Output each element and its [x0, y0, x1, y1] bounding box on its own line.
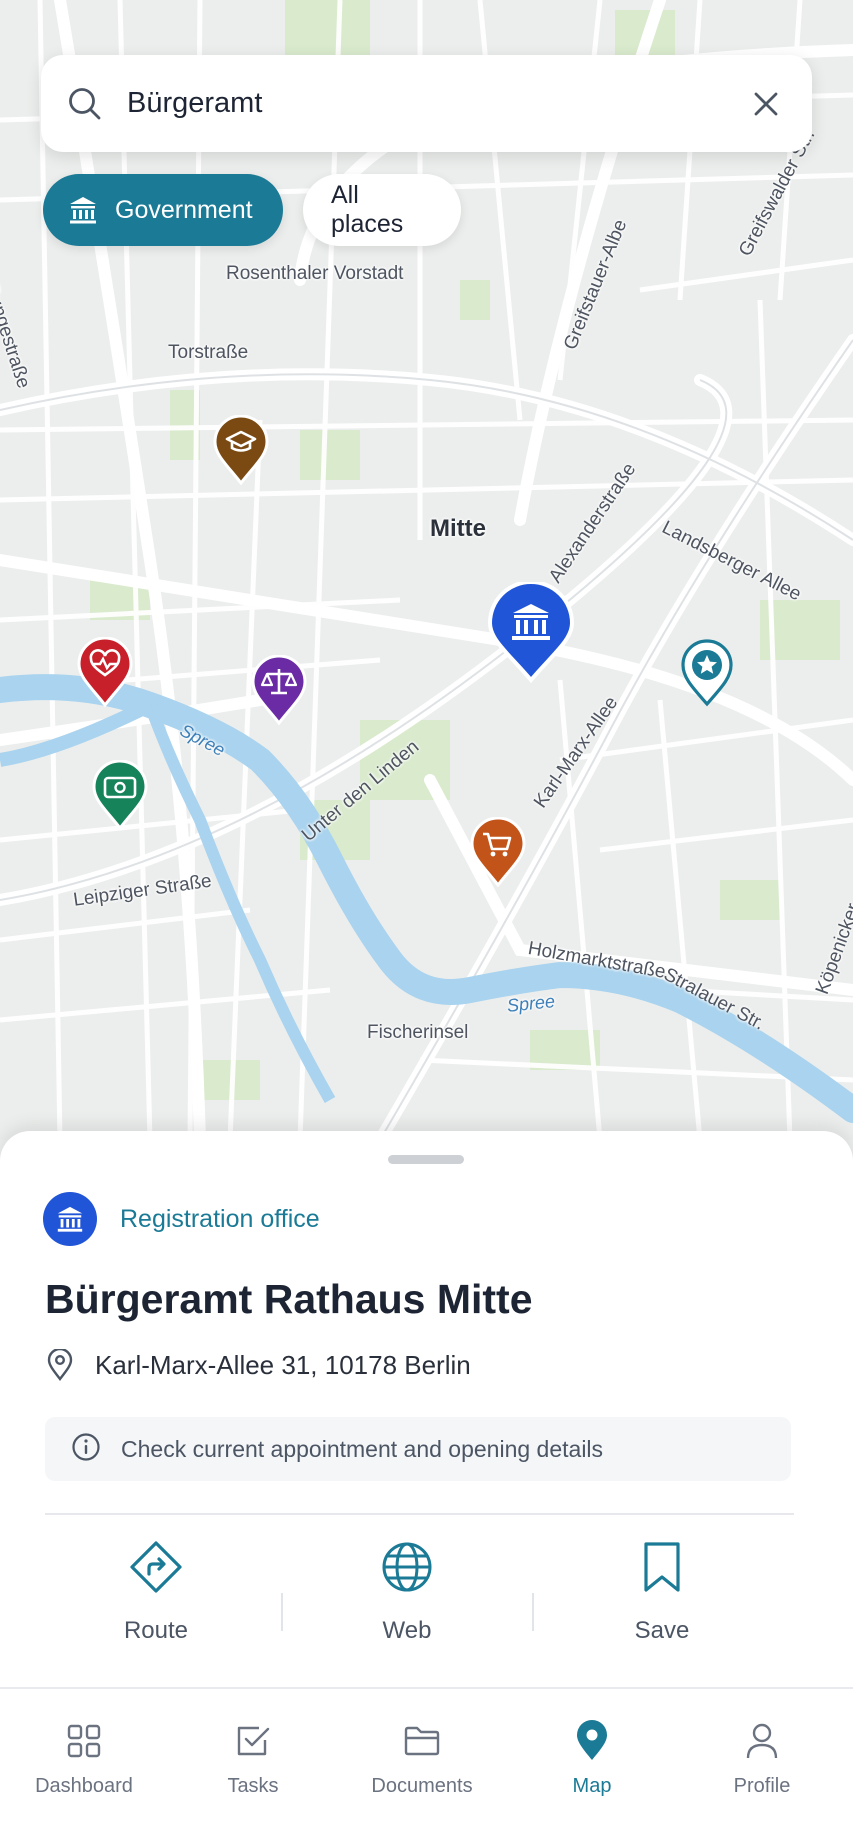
map-pin-icon: [575, 1719, 609, 1763]
bookmark-icon: [642, 1539, 682, 1595]
map-label-fischerinsel: Fischerinsel: [367, 1022, 469, 1043]
folder-icon: [403, 1719, 441, 1763]
bottom-tab-bar: Dashboard Tasks Documents Map Profile: [0, 1687, 853, 1844]
filter-chip-label: Government: [115, 195, 253, 224]
map-label-torstrasse: Torstraße: [168, 342, 249, 363]
heart-pulse-icon: [77, 636, 133, 708]
banknote-icon: [92, 759, 148, 831]
route-button[interactable]: Route: [76, 1539, 236, 1645]
legal-pin[interactable]: [251, 654, 307, 730]
user-icon: [745, 1719, 779, 1763]
government-building-icon: [67, 194, 99, 226]
web-button[interactable]: Web: [327, 1539, 487, 1645]
route-button-label: Route: [123, 1617, 189, 1644]
place-address: Karl-Marx-Allee 31, 10178 Berlin: [45, 1349, 471, 1381]
info-icon: [71, 1432, 101, 1467]
scales-icon: [251, 654, 307, 726]
tab-map[interactable]: Map: [512, 1719, 672, 1798]
dashboard-grid-icon: [67, 1719, 101, 1763]
globe-icon: [381, 1539, 433, 1595]
health-pin[interactable]: [77, 636, 133, 712]
location-pin-icon: [45, 1349, 75, 1381]
place-details-sheet: Registration office Bürgeramt Rathaus Mi…: [0, 1131, 853, 1688]
tab-documents-label: Documents: [371, 1775, 473, 1797]
shopping-cart-icon: [470, 816, 526, 888]
filter-chip-all-places[interactable]: All places: [303, 174, 461, 246]
selected-government-pin[interactable]: [487, 580, 575, 689]
tab-profile-label: Profile: [733, 1775, 791, 1797]
divider: [45, 1513, 794, 1515]
close-icon[interactable]: [744, 82, 788, 126]
tab-profile[interactable]: Profile: [682, 1719, 842, 1798]
place-category: Registration office: [43, 1192, 320, 1246]
route-icon: [128, 1539, 184, 1595]
tab-tasks[interactable]: Tasks: [173, 1719, 333, 1798]
info-notice: Check current appointment and opening de…: [45, 1417, 791, 1481]
web-button-label: Web: [382, 1617, 432, 1644]
action-separator: [281, 1593, 283, 1631]
place-address-text: Karl-Marx-Allee 31, 10178 Berlin: [95, 1349, 471, 1380]
tab-map-label: Map: [572, 1775, 612, 1797]
bank-pin[interactable]: [92, 759, 148, 835]
info-notice-text: Check current appointment and opening de…: [121, 1435, 604, 1462]
filter-chips: Government All places: [43, 174, 461, 246]
search-input[interactable]: [127, 87, 744, 120]
place-category-label: Registration office: [120, 1204, 320, 1233]
graduation-cap-icon: [213, 414, 269, 486]
favorite-pin[interactable]: [679, 638, 735, 713]
government-building-icon: [43, 1192, 97, 1246]
map-label-rosenthaler: Rosenthaler Vorstadt: [226, 263, 404, 284]
tab-tasks-label: Tasks: [227, 1775, 279, 1797]
save-button[interactable]: Save: [582, 1539, 742, 1645]
map-label-mitte: Mitte: [430, 515, 486, 542]
sheet-drag-handle[interactable]: [388, 1155, 464, 1164]
education-pin[interactable]: [213, 414, 269, 490]
filter-chip-label: All places: [331, 181, 404, 238]
government-building-icon: [487, 580, 575, 684]
search-icon: [65, 84, 105, 124]
place-actions: Route Web Save: [45, 1539, 794, 1659]
star-icon: [681, 639, 733, 707]
checkbox-icon: [235, 1719, 271, 1763]
tab-dashboard[interactable]: Dashboard: [4, 1719, 164, 1798]
tab-documents[interactable]: Documents: [342, 1719, 502, 1798]
search-bar[interactable]: [41, 55, 812, 152]
filter-chip-government[interactable]: Government: [43, 174, 283, 246]
save-button-label: Save: [634, 1617, 690, 1644]
map-view[interactable]: Rosenthaler Vorstadt Torstraße Mitte Run…: [0, 0, 853, 1140]
action-separator: [532, 1593, 534, 1631]
place-title: Bürgeramt Rathaus Mitte: [45, 1276, 533, 1322]
shopping-pin[interactable]: [470, 816, 526, 892]
tab-dashboard-label: Dashboard: [35, 1775, 133, 1797]
